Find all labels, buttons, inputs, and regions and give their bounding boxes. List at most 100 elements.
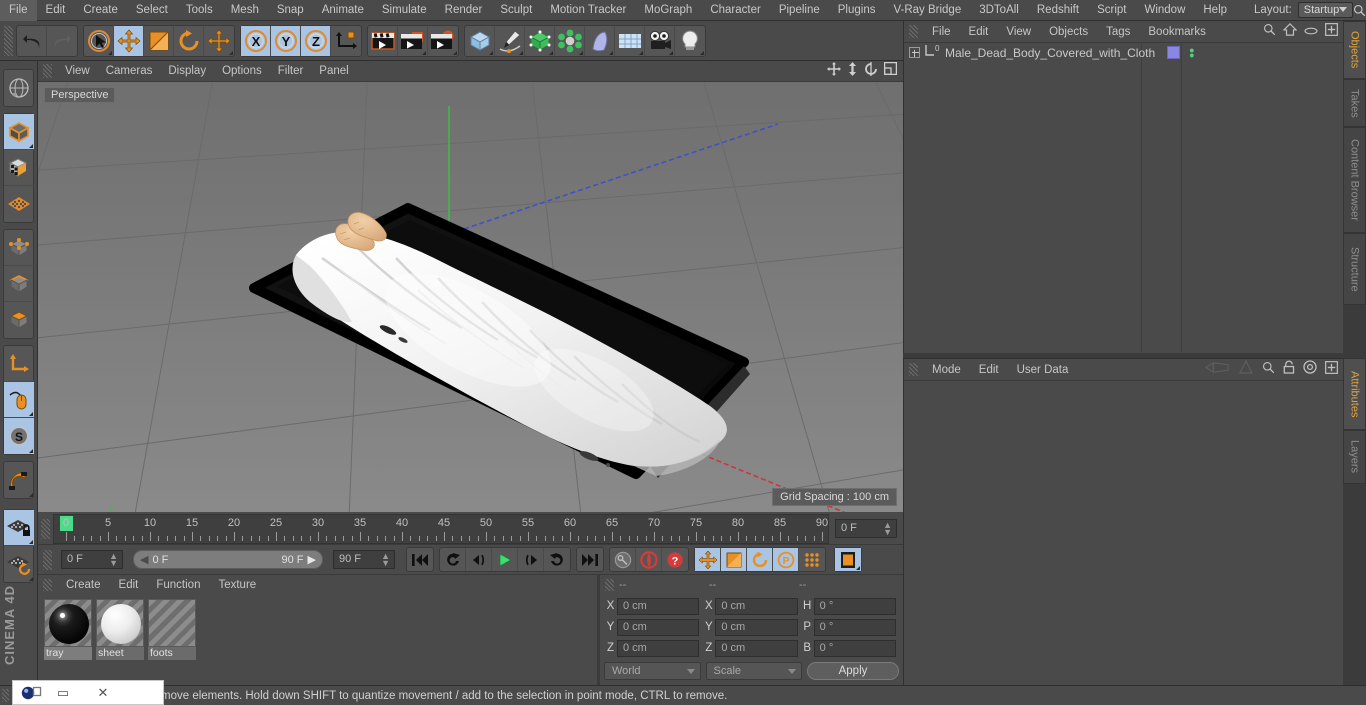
attribute-menu-edit[interactable]: Edit xyxy=(970,364,1008,376)
scale-tool-icon[interactable] xyxy=(144,25,174,56)
spinner-icon[interactable]: ▲ ▼ xyxy=(109,552,118,568)
size-z-field[interactable]: 0 cm xyxy=(715,639,798,657)
rotate-tool-icon[interactable] xyxy=(174,25,204,56)
menu-item-simulate[interactable]: Simulate xyxy=(373,0,436,21)
live-selection-icon[interactable] xyxy=(84,25,114,56)
position-z-field[interactable]: 0 cm xyxy=(617,639,700,657)
menu-item-edit[interactable]: Edit xyxy=(37,0,75,21)
menu-item-motion-tracker[interactable]: Motion Tracker xyxy=(541,0,635,21)
object-menu-objects[interactable]: Objects xyxy=(1040,26,1097,38)
object-menu-edit[interactable]: Edit xyxy=(960,26,998,38)
menu-item-create[interactable]: Create xyxy=(74,0,127,21)
render-view-icon[interactable] xyxy=(368,25,398,56)
layout-select[interactable]: Startup xyxy=(1297,2,1353,18)
size-x-field[interactable]: 0 cm xyxy=(715,597,798,615)
coordinate-system-dropdown[interactable]: World xyxy=(604,662,701,680)
next-key-button[interactable] xyxy=(544,548,570,571)
key-position-icon[interactable] xyxy=(695,548,721,571)
key-points-icon[interactable] xyxy=(799,548,825,571)
record-button[interactable] xyxy=(636,548,662,571)
material-swatch[interactable] xyxy=(44,599,92,647)
material-item[interactable]: foots xyxy=(148,599,196,660)
menu-item-pipeline[interactable]: Pipeline xyxy=(770,0,829,21)
move-tool-icon[interactable] xyxy=(114,25,144,56)
workplane-rotate-icon[interactable] xyxy=(4,546,34,582)
viewport-grip[interactable] xyxy=(43,64,52,78)
key-rotation-icon[interactable] xyxy=(747,548,773,571)
range-end-arrow-icon[interactable]: ▶ xyxy=(308,553,316,566)
menu-item-help[interactable]: Help xyxy=(1194,0,1236,21)
object-menu-file[interactable]: File xyxy=(923,26,960,38)
material-menu-texture[interactable]: Texture xyxy=(209,579,265,591)
material-menu-create[interactable]: Create xyxy=(57,579,110,591)
material-item[interactable]: tray xyxy=(44,599,92,660)
menu-item-mesh[interactable]: Mesh xyxy=(222,0,268,21)
object-tree[interactable]: 0 Male_Dead_Body_Covered_with_Cloth ● ● xyxy=(904,43,1343,352)
material-menu-edit[interactable]: Edit xyxy=(110,579,148,591)
tab-content-browser[interactable]: Content Browser xyxy=(1343,127,1366,233)
object-visibility-dots-icon[interactable]: ● ● xyxy=(1189,45,1194,59)
autokey-icon[interactable] xyxy=(610,548,636,571)
attribute-menu-user-data[interactable]: User Data xyxy=(1008,364,1078,376)
rotation-h-field[interactable]: 0 ° xyxy=(813,597,896,615)
viewport-canvas[interactable]: Perspective Grid Spacing : 100 cm Y xyxy=(38,82,903,512)
object-tag-swatch[interactable] xyxy=(1167,46,1181,59)
deformer-icon[interactable] xyxy=(585,25,615,56)
restore-button[interactable]: ▭ xyxy=(43,685,83,701)
magnet-icon[interactable] xyxy=(4,462,34,498)
material-menu-function[interactable]: Function xyxy=(147,579,209,591)
attribute-manager-grip[interactable] xyxy=(909,363,918,376)
points-mode-icon[interactable] xyxy=(4,230,34,266)
snap-icon[interactable]: S xyxy=(4,418,34,454)
current-frame-field[interactable]: 0 F ▲ ▼ xyxy=(61,550,123,569)
orbit-icon[interactable] xyxy=(864,61,878,81)
menu-item-window[interactable]: Window xyxy=(1135,0,1194,21)
go-to-end-button[interactable] xyxy=(577,548,603,571)
polygons-mode-icon[interactable] xyxy=(4,302,34,338)
timeline-toggle-icon[interactable] xyxy=(835,548,861,571)
camera-icon[interactable] xyxy=(645,25,675,56)
home-icon[interactable] xyxy=(1282,22,1298,41)
forward-nav-icon[interactable] xyxy=(1238,359,1254,379)
key-scale-icon[interactable] xyxy=(721,548,747,571)
axis-y-button[interactable]: Y xyxy=(271,25,301,56)
menu-item-redshift[interactable]: Redshift xyxy=(1028,0,1088,21)
position-y-field[interactable]: 0 cm xyxy=(617,618,700,636)
previous-key-button[interactable] xyxy=(440,548,466,571)
undo-icon[interactable] xyxy=(17,25,47,56)
menu-item-snap[interactable]: Snap xyxy=(268,0,313,21)
viewport-menu-view[interactable]: View xyxy=(57,65,98,77)
cube-primitive-icon[interactable] xyxy=(465,25,495,56)
toolbar-grip[interactable] xyxy=(4,25,13,56)
object-menu-view[interactable]: View xyxy=(997,26,1040,38)
search-icon[interactable] xyxy=(1263,23,1276,41)
step-forward-button[interactable] xyxy=(518,548,544,571)
timeline-frame-field[interactable]: 0 F ▲ ▼ xyxy=(835,519,897,538)
scene-floor-icon[interactable] xyxy=(615,25,645,56)
add-panel-icon[interactable] xyxy=(1325,22,1338,41)
expand-icon[interactable] xyxy=(909,47,920,58)
rotation-p-field[interactable]: 0 ° xyxy=(813,618,896,636)
model-mode-icon[interactable] xyxy=(4,114,34,150)
go-to-start-button[interactable] xyxy=(407,548,433,571)
tab-takes[interactable]: Takes xyxy=(1343,79,1366,127)
target-icon[interactable] xyxy=(1303,360,1317,379)
tab-objects[interactable]: Objects xyxy=(1343,21,1366,79)
back-nav-icon[interactable] xyxy=(1204,361,1230,379)
viewport-menu-filter[interactable]: Filter xyxy=(270,65,312,77)
search-icon[interactable] xyxy=(1262,361,1275,379)
step-back-button[interactable] xyxy=(466,548,492,571)
viewport-menu-display[interactable]: Display xyxy=(160,65,214,77)
menu-item-script[interactable]: Script xyxy=(1088,0,1135,21)
render-region-icon[interactable] xyxy=(398,25,428,56)
object-menu-tags[interactable]: Tags xyxy=(1097,26,1139,38)
menu-item-plugins[interactable]: Plugins xyxy=(829,0,885,21)
ellipse-icon[interactable] xyxy=(1304,23,1318,41)
search-icon[interactable] xyxy=(1353,0,1366,21)
position-x-field[interactable]: 0 cm xyxy=(617,597,700,615)
material-swatch[interactable] xyxy=(148,599,196,647)
coordinate-grip[interactable] xyxy=(605,578,614,591)
texture-mode-icon[interactable] xyxy=(4,150,34,186)
coordinate-scale-dropdown[interactable]: Scale xyxy=(705,662,802,680)
apply-button[interactable]: Apply xyxy=(807,662,899,680)
